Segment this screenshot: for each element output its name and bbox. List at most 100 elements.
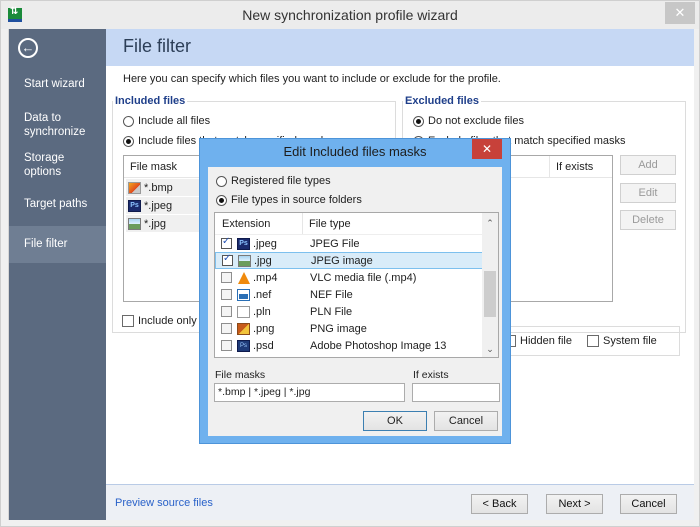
scroll-thumb[interactable]: [484, 271, 496, 317]
row-checkbox[interactable]: [221, 236, 232, 249]
row-checkbox[interactable]: [222, 253, 233, 266]
list-item[interactable]: .jpg JPEG image: [215, 252, 498, 269]
nef-file-icon: [237, 288, 250, 301]
radio-indicator: [413, 115, 424, 127]
mask-text: *.jpg: [144, 217, 167, 230]
edit-mask-button[interactable]: Edit: [620, 183, 676, 203]
dialog-ok-button[interactable]: OK: [363, 411, 427, 431]
if-exists-label: If exists: [413, 369, 449, 381]
bmp-file-icon: [128, 181, 141, 194]
extension-text: .mp4: [253, 271, 278, 284]
mask-text: *.jpeg: [144, 199, 173, 212]
if-exists-column-header[interactable]: If exists: [549, 156, 593, 178]
file-type-text: PNG image: [310, 322, 367, 335]
included-files-legend: Included files: [115, 95, 186, 107]
radio-indicator: [123, 135, 134, 147]
extension-text: .pln: [253, 305, 271, 318]
file-type-text: JPEG File: [310, 237, 360, 250]
if-exists-input[interactable]: [412, 383, 500, 402]
window-title: New synchronization profile wizard: [242, 7, 458, 23]
registered-file-types-label: Registered file types: [231, 175, 331, 187]
excluded-files-legend: Excluded files: [405, 95, 479, 107]
registered-file-types-radio[interactable]: Registered file types: [216, 175, 331, 187]
image-file-icon: [238, 254, 251, 267]
file-types-list[interactable]: Extension File type Ps.jpegJPEG File.jpg…: [214, 212, 499, 358]
radio-indicator: [123, 115, 134, 127]
file-types-list-header: Extension File type: [215, 213, 498, 235]
page-header: File filter: [106, 29, 694, 66]
sidebar-item-file-filter[interactable]: File filter: [9, 226, 107, 263]
next-button[interactable]: Next >: [546, 494, 603, 514]
photoshop-file-icon: Ps: [128, 199, 141, 212]
intro-text: Here you can specify which files you wan…: [123, 73, 501, 85]
file-type-text: VLC media file (.mp4): [310, 271, 417, 284]
system-file-label: System file: [603, 335, 657, 347]
page-title: File filter: [123, 36, 192, 56]
preview-source-files-link[interactable]: Preview source files: [115, 497, 213, 509]
cancel-button[interactable]: Cancel: [620, 494, 677, 514]
scroll-up-icon[interactable]: ⌃: [482, 215, 498, 231]
row-checkbox[interactable]: [221, 323, 232, 334]
png-file-icon: [237, 322, 250, 335]
include-all-files-label: Include all files: [138, 115, 211, 127]
sidebar-item-data-to-synchronize[interactable]: Data to synchronize: [9, 111, 89, 139]
psd-file-icon: Ps: [237, 339, 250, 352]
extension-text: .psd: [253, 339, 274, 352]
vlc-file-icon: [237, 271, 250, 284]
list-item[interactable]: .nef NEF File: [215, 286, 498, 303]
hidden-file-label: Hidden file: [520, 335, 572, 347]
back-button[interactable]: < Back: [471, 494, 528, 514]
row-checkbox[interactable]: [221, 340, 232, 351]
delete-mask-button[interactable]: Delete: [620, 210, 676, 230]
checkbox-indicator: [587, 335, 599, 347]
dialog-title: Edit Included files masks: [283, 144, 427, 159]
image-file-icon: [128, 217, 141, 230]
row-checkbox[interactable]: [221, 272, 232, 283]
sidebar-item-target-paths[interactable]: Target paths: [9, 197, 107, 211]
radio-indicator: [216, 194, 227, 206]
wizard-footer: Preview source files < Back Next > Cance…: [106, 484, 694, 520]
hidden-file-checkbox[interactable]: Hidden file: [504, 335, 572, 347]
do-not-exclude-radio[interactable]: Do not exclude files: [413, 115, 524, 127]
file-masks-label: File masks: [215, 369, 266, 381]
extension-text: .nef: [253, 288, 272, 301]
file-types-scrollbar[interactable]: ⌃ ⌄: [482, 213, 498, 357]
do-not-exclude-label: Do not exclude files: [428, 115, 524, 127]
row-checkbox[interactable]: [221, 306, 232, 317]
add-mask-button[interactable]: Add: [620, 155, 676, 175]
include-all-files-radio[interactable]: Include all files: [123, 115, 210, 127]
photoshop-file-icon: Ps: [237, 237, 250, 250]
sidebar-item-start-wizard[interactable]: Start wizard: [9, 77, 107, 91]
file-type-text: NEF File: [310, 288, 353, 301]
file-type-column-header[interactable]: File type: [303, 213, 351, 234]
checkbox-indicator: [122, 315, 134, 327]
list-item[interactable]: Ps .psd Adobe Photoshop Image 13: [215, 337, 498, 354]
row-checkbox[interactable]: [221, 289, 232, 300]
mask-text: *.bmp: [144, 181, 173, 194]
title-bar: New synchronization profile wizard ✕: [1, 1, 699, 29]
source-folder-types-label: File types in source folders: [231, 194, 362, 206]
sidebar-item-storage-options[interactable]: Storage options: [9, 151, 79, 179]
file-type-text: Adobe Photoshop Image 13: [310, 339, 447, 352]
generic-file-icon: [237, 305, 250, 318]
extension-text: .jpeg: [253, 237, 277, 250]
file-type-text: JPEG image: [311, 254, 373, 267]
extension-column-header[interactable]: Extension: [215, 213, 303, 234]
extension-text: .jpg: [254, 254, 272, 267]
scroll-down-icon[interactable]: ⌄: [482, 341, 498, 357]
dialog-close-button[interactable]: ✕: [472, 139, 502, 159]
file-type-text: PLN File: [310, 305, 353, 318]
list-item[interactable]: Ps.jpeg JPEG File: [215, 235, 498, 252]
dialog-body: Registered file types File types in sour…: [208, 167, 502, 436]
list-item[interactable]: .pln PLN File: [215, 303, 498, 320]
wizard-sidebar: ← Start wizard Data to synchronize Stora…: [8, 29, 107, 520]
wizard-window: New synchronization profile wizard ✕ ← S…: [0, 0, 700, 527]
back-arrow-icon[interactable]: ←: [18, 38, 38, 58]
source-folder-types-radio[interactable]: File types in source folders: [216, 194, 362, 206]
file-masks-input[interactable]: *.bmp | *.jpeg | *.jpg: [214, 383, 405, 402]
system-file-checkbox[interactable]: System file: [587, 335, 657, 347]
window-close-button[interactable]: ✕: [665, 2, 695, 24]
list-item[interactable]: .mp4 VLC media file (.mp4): [215, 269, 498, 286]
dialog-cancel-button[interactable]: Cancel: [434, 411, 498, 431]
list-item[interactable]: .png PNG image: [215, 320, 498, 337]
